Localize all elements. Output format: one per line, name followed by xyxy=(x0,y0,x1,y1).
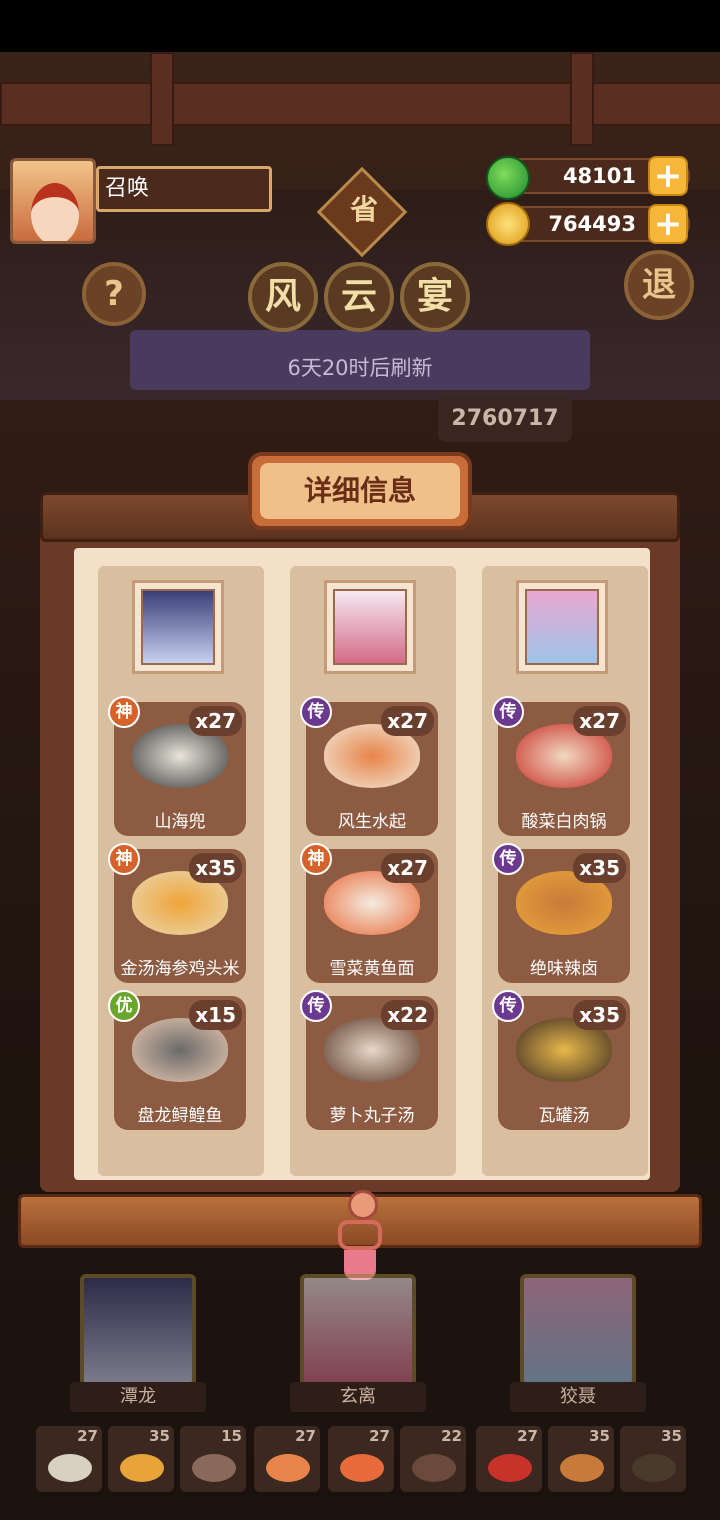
event-title-char: 云 xyxy=(324,262,394,332)
mini-dish-count: 35 xyxy=(149,1427,170,1445)
character-name: 潭龙 xyxy=(70,1382,206,1412)
dish-name: 酸菜白肉锅 xyxy=(521,812,607,832)
character-name: 狡聂 xyxy=(510,1382,646,1412)
panel-title-tag: 详细信息 xyxy=(248,452,472,530)
character-portrait xyxy=(132,580,224,674)
dish-card[interactable]: 传 x35 绝味辣卤 xyxy=(492,843,630,983)
dish-quantity: x35 xyxy=(189,853,242,883)
mini-dish-slot[interactable]: 27 xyxy=(254,1426,320,1492)
mini-dish-count: 27 xyxy=(517,1427,538,1445)
dish-card[interactable]: 神 x35 金汤海参鸡头米 xyxy=(108,843,246,983)
dish-image xyxy=(120,1454,164,1482)
jade-value: 48101 xyxy=(562,164,636,188)
mini-dish-count: 15 xyxy=(221,1427,242,1445)
status-bar xyxy=(0,0,720,52)
dish-quantity: x27 xyxy=(189,706,242,736)
coin-value: 764493 xyxy=(548,212,636,236)
character-card[interactable] xyxy=(300,1274,416,1386)
roof-beam xyxy=(0,82,720,126)
dish-name: 金汤海参鸡头米 xyxy=(120,959,240,979)
dish-quantity: x15 xyxy=(189,1000,242,1030)
rarity-badge: 传 xyxy=(492,843,524,875)
dish-name: 绝味辣卤 xyxy=(530,959,598,979)
dish-quantity: x35 xyxy=(573,853,626,883)
mini-dish-slot[interactable]: 22 xyxy=(400,1426,466,1492)
mini-dish-slot[interactable]: 35 xyxy=(620,1426,686,1492)
player-name: 召唤 xyxy=(96,166,272,212)
dish-card[interactable]: 传 x27 风生水起 xyxy=(300,696,438,836)
dish-card[interactable]: 传 x27 酸菜白肉锅 xyxy=(492,696,630,836)
rarity-badge: 神 xyxy=(300,843,332,875)
mini-dish-count: 22 xyxy=(441,1427,462,1445)
dish-name: 盘龙鲟鳇鱼 xyxy=(137,1106,223,1126)
dish-image xyxy=(266,1454,310,1482)
character-card[interactable] xyxy=(80,1274,196,1386)
dish-quantity: x35 xyxy=(573,1000,626,1030)
mini-dish-slot[interactable]: 15 xyxy=(180,1426,246,1492)
dish-quantity: x27 xyxy=(381,706,434,736)
rarity-badge: 传 xyxy=(300,696,332,728)
mini-dish-count: 27 xyxy=(369,1427,390,1445)
character-name: 玄离 xyxy=(290,1382,426,1412)
dish-quantity: x27 xyxy=(573,706,626,736)
event-title-char: 宴 xyxy=(400,262,470,332)
dish-name: 风生水起 xyxy=(338,812,406,832)
mini-dish-count: 27 xyxy=(295,1427,316,1445)
dish-image xyxy=(412,1454,456,1482)
panel-title: 详细信息 xyxy=(260,463,460,519)
chinese-knot-icon xyxy=(330,1190,390,1280)
character-card[interactable] xyxy=(520,1274,636,1386)
dish-card[interactable]: 优 x15 盘龙鲟鳇鱼 xyxy=(108,990,246,1130)
dish-quantity: x27 xyxy=(381,853,434,883)
dish-image xyxy=(488,1454,532,1482)
dish-image xyxy=(632,1454,676,1482)
rarity-badge: 传 xyxy=(492,696,524,728)
dish-quantity: x22 xyxy=(381,1000,434,1030)
mini-dish-slot[interactable]: 27 xyxy=(476,1426,542,1492)
dish-image xyxy=(192,1454,236,1482)
dish-image xyxy=(560,1454,604,1482)
mini-dish-count: 35 xyxy=(661,1427,682,1445)
event-title-char: 风 xyxy=(248,262,318,332)
event-score: 2760717 xyxy=(438,396,572,442)
dish-name: 山海兜 xyxy=(154,812,206,832)
rarity-badge: 神 xyxy=(108,843,140,875)
exit-button[interactable]: 退 xyxy=(624,250,694,320)
dish-name: 萝卜丸子汤 xyxy=(329,1106,415,1126)
dish-card[interactable]: 神 x27 雪菜黄鱼面 xyxy=(300,843,438,983)
player-avatar[interactable] xyxy=(10,158,96,244)
add-jade-button[interactable]: + xyxy=(648,156,688,196)
dish-card[interactable]: 传 x22 萝卜丸子汤 xyxy=(300,990,438,1130)
add-coins-button[interactable]: + xyxy=(648,204,688,244)
jade-icon xyxy=(486,156,530,200)
character-portrait xyxy=(516,580,608,674)
dish-name: 瓦罐汤 xyxy=(538,1106,590,1126)
dish-card[interactable]: 神 x27 山海兜 xyxy=(108,696,246,836)
coin-icon xyxy=(486,202,530,246)
mini-dish-slot[interactable]: 35 xyxy=(108,1426,174,1492)
mini-dish-slot[interactable]: 27 xyxy=(36,1426,102,1492)
mini-dish-slot[interactable]: 35 xyxy=(548,1426,614,1492)
refresh-timer: 6天20时后刷新 xyxy=(287,356,433,380)
rarity-badge: 传 xyxy=(492,990,524,1022)
help-button[interactable]: ? xyxy=(82,262,146,326)
rarity-badge: 优 xyxy=(108,990,140,1022)
rarity-badge: 传 xyxy=(300,990,332,1022)
roof-post xyxy=(150,52,174,146)
rarity-badge: 神 xyxy=(108,696,140,728)
dish-name: 雪菜黄鱼面 xyxy=(329,959,415,979)
dish-image xyxy=(48,1454,92,1482)
dish-image xyxy=(340,1454,384,1482)
character-portrait xyxy=(324,580,416,674)
mini-dish-count: 35 xyxy=(589,1427,610,1445)
dish-card[interactable]: 传 x35 瓦罐汤 xyxy=(492,990,630,1130)
mini-dish-count: 27 xyxy=(77,1427,98,1445)
roof-post xyxy=(570,52,594,146)
mini-dish-slot[interactable]: 27 xyxy=(328,1426,394,1492)
